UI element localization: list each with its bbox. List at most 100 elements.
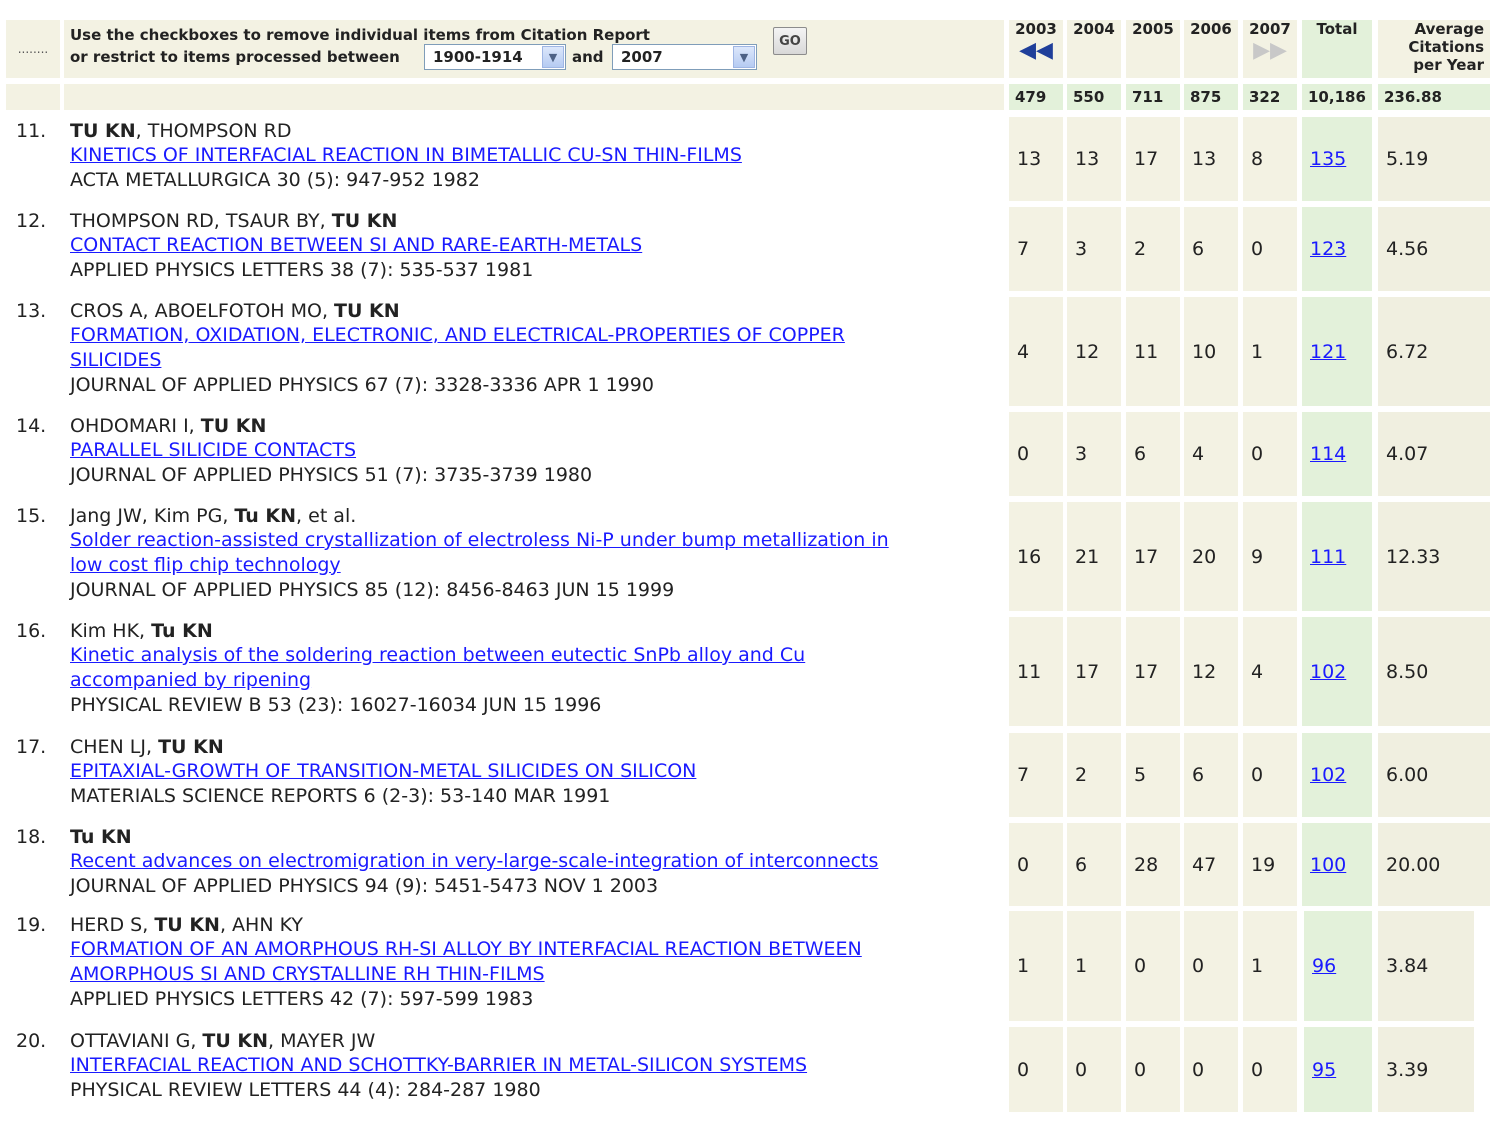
source-citation: APPLIED PHYSICS LETTERS 38 (7): 535-537 … xyxy=(70,259,534,281)
average-per-year: 8.50 xyxy=(1378,617,1490,726)
article-title-link[interactable]: low cost flip chip technology xyxy=(70,553,341,578)
article-title-link[interactable]: AMORPHOUS SI AND CRYSTALLINE RH THIN-FIL… xyxy=(70,962,545,987)
select-column-header: ........ xyxy=(6,20,60,78)
year-count-2005: 17 xyxy=(1126,502,1180,611)
year-count-2007: 0 xyxy=(1243,207,1297,291)
go-button[interactable]: GO xyxy=(773,27,807,55)
average-per-year: 6.72 xyxy=(1378,297,1490,406)
article-title-link[interactable]: CONTACT REACTION BETWEEN SI AND RARE-EAR… xyxy=(70,233,642,258)
total-citations-link[interactable]: 123 xyxy=(1310,238,1346,260)
total-citations-link[interactable]: 102 xyxy=(1310,661,1346,683)
year-count-2003: 11 xyxy=(1009,617,1063,726)
author-text: CROS A, ABOELFOTOH MO, xyxy=(70,300,335,322)
authors: Jang JW, Kim PG, Tu KN, et al. xyxy=(70,505,356,527)
average-per-year: 3.39 xyxy=(1378,1027,1474,1112)
total-citations-link[interactable]: 100 xyxy=(1310,854,1346,876)
year-count-2007: 0 xyxy=(1243,733,1297,817)
article-title-link[interactable]: PARALLEL SILICIDE CONTACTS xyxy=(70,438,356,463)
year-count-2004: 6 xyxy=(1067,823,1121,906)
chevron-down-icon[interactable]: ▼ xyxy=(733,46,755,68)
year-count-2003: 0 xyxy=(1009,823,1063,906)
previous-years-icon[interactable]: ◀◀ xyxy=(1019,38,1053,63)
source-citation: JOURNAL OF APPLIED PHYSICS 67 (7): 3328-… xyxy=(70,374,654,396)
year-header-2003: 2003 ◀◀ xyxy=(1009,20,1063,78)
article-title-link[interactable]: SILICIDES xyxy=(70,348,161,373)
year-count-2003: 16 xyxy=(1009,502,1063,611)
year-count-2006: 0 xyxy=(1184,911,1238,1021)
sum-2006: 875 xyxy=(1184,84,1238,110)
year-header-2005: 2005 xyxy=(1126,20,1180,78)
author-highlight: Tu KN xyxy=(70,826,132,848)
average-per-year: 5.19 xyxy=(1378,117,1490,201)
year-count-2004: 13 xyxy=(1067,117,1121,201)
chevron-down-icon[interactable]: ▼ xyxy=(542,46,564,68)
row-number: 13. xyxy=(16,300,47,322)
author-highlight: Tu KN xyxy=(151,620,213,642)
year-count-2006: 20 xyxy=(1184,502,1238,611)
author-highlight: TU KN xyxy=(70,120,136,142)
year-count-2007: 19 xyxy=(1243,823,1297,906)
year-count-2005: 0 xyxy=(1126,1027,1180,1112)
article-title-link[interactable]: FORMATION OF AN AMORPHOUS RH-SI ALLOY BY… xyxy=(70,937,862,962)
average-per-year: 6.00 xyxy=(1378,733,1490,817)
filter-panel: Use the checkboxes to remove individual … xyxy=(64,20,1004,78)
year-count-2006: 6 xyxy=(1184,733,1238,817)
author-text: CHEN LJ, xyxy=(70,736,159,758)
authors: OHDOMARI I, TU KN xyxy=(70,415,266,437)
year-count-2006: 12 xyxy=(1184,617,1238,726)
article-title-link[interactable]: KINETICS OF INTERFACIAL REACTION IN BIME… xyxy=(70,143,742,168)
article-title-link[interactable]: INTERFACIAL REACTION AND SCHOTTKY-BARRIE… xyxy=(70,1053,807,1078)
year-header-2006: 2006 xyxy=(1184,20,1238,78)
filter-instruction-line2: or restrict to items processed between xyxy=(70,48,400,66)
author-highlight: TU KN xyxy=(334,300,400,322)
article-title-link[interactable]: EPITAXIAL-GROWTH OF TRANSITION-METAL SIL… xyxy=(70,759,696,784)
year-count-2006: 10 xyxy=(1184,297,1238,406)
year-count-2007: 1 xyxy=(1243,911,1297,1021)
year-count-2007: 1 xyxy=(1243,297,1297,406)
average-per-year: 20.00 xyxy=(1378,823,1490,906)
year-count-2003: 0 xyxy=(1009,1027,1063,1112)
article-title-link[interactable]: Solder reaction-assisted crystallization… xyxy=(70,528,889,553)
row-number: 12. xyxy=(16,210,47,232)
total-citations-link[interactable]: 135 xyxy=(1310,148,1346,170)
source-citation: ACTA METALLURGICA 30 (5): 947-952 1982 xyxy=(70,169,480,191)
total-citations: 111 xyxy=(1302,502,1372,611)
next-years-icon: ▶▶ xyxy=(1253,38,1287,63)
year-count-2004: 12 xyxy=(1067,297,1121,406)
article-title-link[interactable]: FORMATION, OXIDATION, ELECTRONIC, AND EL… xyxy=(70,323,845,348)
year-count-2005: 5 xyxy=(1126,733,1180,817)
year-count-2005: 6 xyxy=(1126,412,1180,496)
total-citations-link[interactable]: 102 xyxy=(1310,764,1346,786)
authors: Kim HK, Tu KN xyxy=(70,620,213,642)
year-count-2006: 47 xyxy=(1184,823,1238,906)
source-citation: PHYSICAL REVIEW LETTERS 44 (4): 284-287 … xyxy=(70,1079,541,1101)
article-title-link[interactable]: Recent advances on electromigration in v… xyxy=(70,849,878,874)
to-year-value: 2007 xyxy=(621,48,663,66)
total-citations-link[interactable]: 114 xyxy=(1310,443,1346,465)
article-title-link[interactable]: Kinetic analysis of the soldering reacti… xyxy=(70,643,805,668)
row-number: 14. xyxy=(16,415,47,437)
total-citations-link[interactable]: 96 xyxy=(1312,955,1336,977)
average-per-year: 12.33 xyxy=(1378,502,1490,611)
year-count-2004: 21 xyxy=(1067,502,1121,611)
year-count-2003: 7 xyxy=(1009,207,1063,291)
article-title-link[interactable]: accompanied by ripening xyxy=(70,668,311,693)
year-count-2005: 17 xyxy=(1126,117,1180,201)
author-highlight: Tu KN xyxy=(234,505,297,527)
from-year-select[interactable]: 1900-1914 ▼ xyxy=(424,44,566,70)
author-text: , et al. xyxy=(296,505,357,527)
total-citations-link[interactable]: 111 xyxy=(1310,546,1346,568)
year-count-2003: 1 xyxy=(1009,911,1063,1021)
total-citations: 95 xyxy=(1304,1027,1372,1112)
authors: HERD S, TU KN, AHN KY xyxy=(70,914,303,936)
source-citation: JOURNAL OF APPLIED PHYSICS 51 (7): 3735-… xyxy=(70,464,593,486)
to-year-select[interactable]: 2007 ▼ xyxy=(612,44,757,70)
author-text: , THOMPSON RD xyxy=(135,120,292,142)
year-count-2007: 0 xyxy=(1243,412,1297,496)
year-count-2004: 0 xyxy=(1067,1027,1121,1112)
total-citations: 102 xyxy=(1302,733,1372,817)
author-text: HERD S, xyxy=(70,914,155,936)
year-count-2007: 4 xyxy=(1243,617,1297,726)
total-citations-link[interactable]: 95 xyxy=(1312,1059,1336,1081)
total-citations-link[interactable]: 121 xyxy=(1310,341,1346,363)
